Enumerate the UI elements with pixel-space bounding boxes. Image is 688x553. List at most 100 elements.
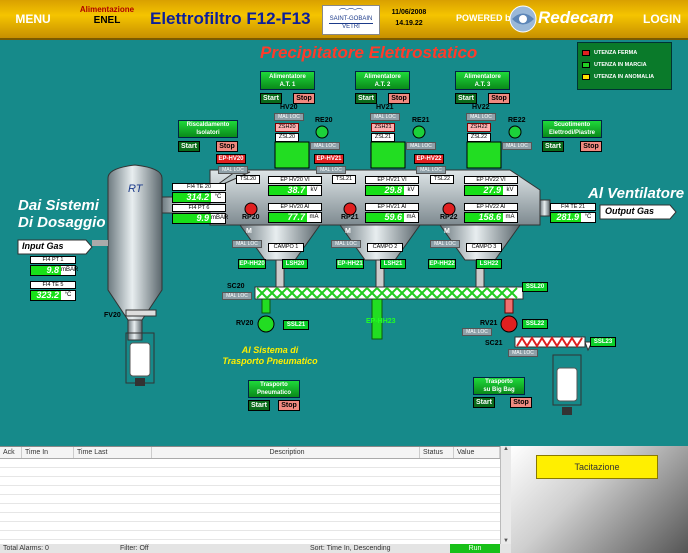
value-unit: mBAR (211, 214, 229, 223)
zsl21-tag: ZSL21 (371, 133, 395, 142)
value-number: 59.6 (366, 213, 404, 222)
motor-rp21-icon: M (345, 228, 351, 235)
pt6-value: 9.9 mBAR (172, 213, 229, 224)
sc21-mal-loc: MAL LOC (508, 349, 538, 357)
rp21-mal-loc: MAL LOC (331, 240, 361, 248)
table-row[interactable] (0, 468, 511, 477)
at3-stop-button[interactable]: Stop (488, 93, 510, 104)
zsh21-tag: ZSH21 (371, 123, 395, 132)
ep-hv20-tag[interactable]: EP-HV20 (216, 154, 246, 164)
pt1-value: 9.8 mBAR (30, 265, 79, 276)
button-line: Elettrodi/Piastre (548, 130, 595, 136)
pneumatico-start-button[interactable]: Start (248, 400, 270, 411)
at3-start-button[interactable]: Start (455, 93, 477, 104)
pneumatico-stop-button[interactable]: Stop (278, 400, 300, 411)
zsl20-tag: ZSL20 (275, 133, 299, 142)
value-unit: mBAR (61, 266, 79, 275)
pneumatic-destination-label: Al Sistema di Trasporto Pneumatico (215, 345, 325, 367)
filter-text: Filter: Off (120, 545, 149, 552)
te21-label: FI4 TE 21 (550, 203, 596, 211)
alimentatore-at3-button[interactable]: Alimentatore A.T. 3 (455, 71, 510, 90)
te20-value: 314.2 °C (172, 192, 226, 203)
left-title-line2: Di Dosaggio (18, 214, 106, 231)
scroll-up-icon[interactable]: ▲ (501, 446, 511, 452)
pt6-label: FI4 PT 6 (172, 204, 226, 212)
pt1-label: FI4 PT 1 (30, 256, 76, 264)
lsh20-tag: LSH20 (282, 259, 308, 269)
rp20-label: RP20 (242, 214, 260, 221)
ai20-value: 77.7 mA (268, 212, 322, 223)
button-line: Scuotimento (553, 122, 591, 128)
campo3-tag: CAMPO 3 (466, 243, 502, 252)
scuotimento-stop-button[interactable]: Stop (580, 141, 602, 152)
table-row[interactable] (0, 495, 511, 504)
col-ack[interactable]: Ack (0, 447, 22, 458)
alimentatore-at2-button[interactable]: Alimentatore A.T. 2 (355, 71, 410, 90)
scuotimento-start-button[interactable]: Start (542, 141, 564, 152)
hv22-label: HV22 (472, 104, 490, 111)
sc20-label: SC20 (227, 283, 245, 290)
riscaldamento-button[interactable]: Riscaldamento Isolatori (178, 120, 238, 138)
tacitazione-button[interactable]: Tacitazione (536, 455, 658, 479)
at1-start-button[interactable]: Start (260, 93, 282, 104)
table-row[interactable] (0, 486, 511, 495)
ssl23-tag: SSL23 (590, 337, 616, 347)
alarm-scrollbar[interactable]: ▲ ▼ (500, 446, 511, 544)
value-unit: mA (503, 213, 517, 222)
output-gas-label: Output Gas (605, 206, 654, 216)
col-value[interactable]: Value (454, 447, 500, 458)
ep-hv21-tag[interactable]: EP-HV21 (314, 154, 344, 164)
zsh22-tag: ZSH22 (467, 123, 491, 132)
hv21-mal-loc: MAL LOC (370, 113, 400, 121)
riscaldamento-stop-button[interactable]: Stop (216, 141, 238, 152)
ssl21-tag: SSL21 (283, 320, 309, 330)
bigbag-stop-button[interactable]: Stop (510, 397, 532, 408)
ep-hh21-tag[interactable]: EP-HH21 (336, 259, 364, 269)
button-line: A.T. 2 (374, 81, 391, 88)
trasporto-pneumatico-button[interactable]: Trasporto Pneumatico (248, 380, 300, 398)
ai21-value: 59.6 mA (365, 212, 419, 223)
rv21-label: RV21 (480, 320, 498, 327)
ep-hv22-tag[interactable]: EP-HV22 (414, 154, 444, 164)
rp20-mal-loc: MAL LOC (232, 240, 262, 248)
re21-label: RE21 (412, 117, 430, 124)
riscaldamento-start-button[interactable]: Start (178, 141, 200, 152)
lsh22-tag: LSH22 (476, 259, 502, 269)
at2-stop-button[interactable]: Stop (388, 93, 410, 104)
ep-hv22-mal-loc: MAL LOC (416, 166, 446, 174)
ai21-label: EP HV21 AI (365, 203, 419, 211)
table-row[interactable] (0, 504, 511, 513)
alimentatore-at1-button[interactable]: Alimentatore A.T. 1 (260, 71, 315, 90)
col-time-in[interactable]: Time In (22, 447, 74, 458)
value-unit: °C (581, 213, 595, 222)
table-row[interactable] (0, 477, 511, 486)
table-row[interactable] (0, 522, 511, 531)
ep-hh20-tag[interactable]: EP-HH20 (238, 259, 266, 269)
trasporto-big-bag-button[interactable]: Trasporto su Big Bag (473, 377, 525, 395)
zsh20-tag: ZSH20 (275, 123, 299, 132)
col-status[interactable]: Status (420, 447, 454, 458)
ssl22-tag: SSL22 (522, 319, 548, 329)
ep-hh22-tag[interactable]: EP-HH22 (428, 259, 456, 269)
vi20-label: EP HV20 VI (268, 176, 322, 184)
col-description[interactable]: Description (152, 447, 420, 458)
ep-hh23-label: EP-HH23 (366, 318, 396, 325)
re21-mal-loc: MAL LOC (406, 142, 436, 150)
table-row[interactable] (0, 459, 511, 468)
scuotimento-button[interactable]: Scuotimento Elettrodi/Piastre (542, 120, 602, 138)
tsl21-tag: TSL21 (332, 175, 356, 184)
vi21-value: 29.8 kV (365, 185, 419, 196)
total-alarms-text: Total Alarms: 0 (3, 545, 49, 552)
vi21-label: EP HV21 VI (365, 176, 419, 184)
at1-stop-button[interactable]: Stop (293, 93, 315, 104)
button-line: Alimentatore (269, 73, 306, 80)
sc21-label: SC21 (485, 340, 503, 347)
table-row[interactable] (0, 513, 511, 522)
te20-label: FI4 TE 20 (172, 183, 226, 191)
col-time-last[interactable]: Time Last (74, 447, 152, 458)
label-line: Al Sistema di (241, 345, 299, 355)
bigbag-start-button[interactable]: Start (473, 397, 495, 408)
at2-start-button[interactable]: Start (355, 93, 377, 104)
table-row[interactable] (0, 531, 511, 540)
rp22-mal-loc: MAL LOC (430, 240, 460, 248)
